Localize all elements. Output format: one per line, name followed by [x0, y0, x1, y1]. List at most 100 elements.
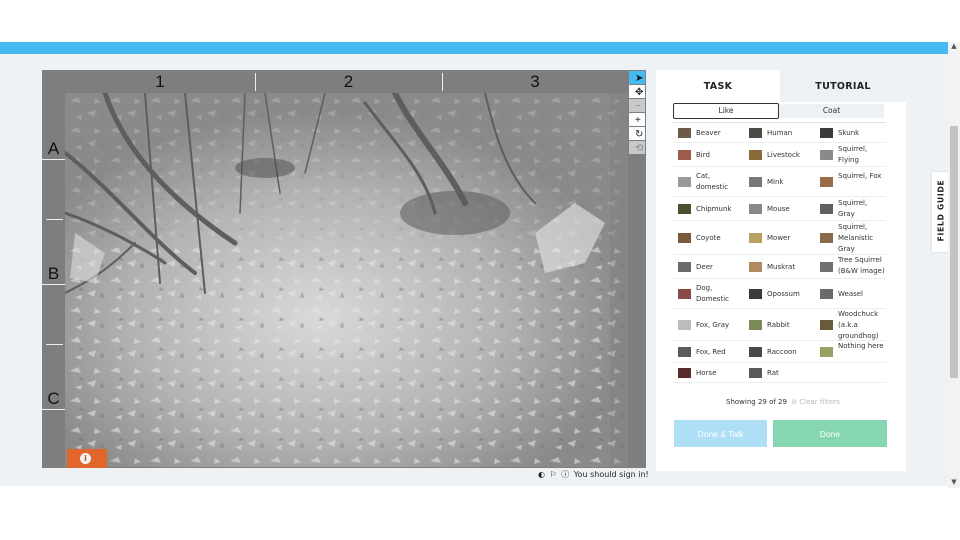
species-label: Human	[767, 129, 793, 137]
choice-row: Cat, domestic Mink Squirrel, Fox	[673, 167, 886, 197]
species-thumbnail	[820, 347, 833, 357]
species-choice[interactable]: Coyote	[673, 221, 744, 254]
species-thumbnail	[749, 150, 762, 160]
species-thumbnail	[678, 233, 691, 243]
species-choice[interactable]: Squirrel, Flying	[815, 143, 886, 166]
species-choice[interactable]: Nothing here	[815, 341, 886, 362]
species-label: Weasel	[838, 290, 864, 298]
species-label: Deer	[696, 263, 713, 271]
tab-tutorial[interactable]: TUTORIAL	[780, 70, 906, 102]
move-tool[interactable]: ✥	[629, 85, 645, 98]
filter-like-button[interactable]: Like	[673, 103, 779, 119]
species-label: Mouse	[767, 205, 790, 213]
camera-trap-image[interactable]	[65, 93, 628, 467]
species-choice[interactable]: Rabbit	[744, 309, 815, 340]
species-choice-grid: Beaver Human Skunk Bird Livestock Squirrel, F…	[673, 123, 886, 395]
choice-row: Dog, Domestic Opossum Weasel	[673, 279, 886, 309]
species-label: Fox, Red	[696, 348, 726, 356]
species-label: Mink	[767, 178, 784, 186]
species-label: Squirrel, Melanistic Gray	[838, 223, 874, 253]
zoom-in-tool[interactable]: +	[629, 113, 645, 126]
species-thumbnail	[820, 289, 833, 299]
species-thumbnail	[749, 320, 762, 330]
filter-coat-button[interactable]: Coat	[779, 104, 884, 118]
species-choice[interactable]: Fox, Gray	[673, 309, 744, 340]
species-choice[interactable]: Dog, Domestic	[673, 279, 744, 308]
scroll-up-arrow-icon[interactable]: ▲	[948, 42, 960, 50]
metadata-badge[interactable]: i	[67, 449, 107, 468]
species-choice[interactable]: Horse	[673, 363, 744, 382]
grid-row-c: C	[42, 389, 65, 410]
species-choice[interactable]: Weasel	[815, 279, 886, 308]
species-choice[interactable]: Rat	[744, 363, 815, 382]
species-choice[interactable]: Cat, domestic	[673, 167, 744, 196]
species-choice[interactable]: Raccoon	[744, 341, 815, 362]
species-choice[interactable]: Woodchuck (a.k.a groundhog)	[815, 309, 886, 340]
species-label: Beaver	[696, 129, 721, 137]
grid-column-2: 2	[343, 72, 354, 91]
species-choice[interactable]: Muskrat	[744, 255, 815, 278]
clear-filters-button[interactable]: ⊘ Clear filters	[791, 398, 840, 406]
tab-task[interactable]: TASK	[656, 70, 780, 102]
species-choice[interactable]: Tree Squirrel (B&W image)	[815, 255, 886, 278]
field-guide-label: FIELD GUIDE	[936, 179, 946, 242]
info-icon: i	[80, 453, 91, 464]
rotate-tool[interactable]: ↻	[629, 127, 645, 140]
species-thumbnail	[749, 368, 762, 378]
species-choice[interactable]: Skunk	[815, 123, 886, 142]
species-label: Bird	[696, 151, 710, 159]
species-choice[interactable]: Mower	[744, 221, 815, 254]
species-label: Squirrel, Gray	[838, 199, 868, 218]
species-thumbnail	[678, 204, 691, 214]
flag-icon[interactable]: ⚐	[550, 470, 557, 479]
species-choice[interactable]: Chipmunk	[673, 197, 744, 220]
species-label: Coyote	[696, 234, 721, 242]
panel-tabs: TASK TUTORIAL	[656, 70, 906, 102]
species-choice[interactable]: Deer	[673, 255, 744, 278]
filter-bar: Like Coat	[673, 103, 886, 119]
choice-row: Fox, Red Raccoon Nothing here	[673, 341, 886, 363]
choice-row: Fox, Gray Rabbit Woodchuck (a.k.a groundho…	[673, 309, 886, 341]
species-choice[interactable]: Squirrel, Fox	[815, 167, 886, 196]
species-thumbnail	[678, 128, 691, 138]
species-choice[interactable]: Mouse	[744, 197, 815, 220]
grid-column-3: 3	[530, 72, 540, 91]
camera-trap-scene	[65, 93, 628, 467]
species-label: Tree Squirrel (B&W image)	[838, 256, 885, 275]
species-thumbnail	[749, 262, 762, 272]
grid-column-labels: 1 2 3	[65, 71, 628, 93]
top-banner	[0, 42, 948, 54]
scrollbar-thumb[interactable]	[950, 126, 958, 378]
choice-row: Beaver Human Skunk	[673, 123, 886, 143]
scroll-down-arrow-icon[interactable]: ▼	[948, 478, 960, 486]
species-label: Woodchuck (a.k.a groundhog)	[838, 310, 879, 340]
zoom-out-tool[interactable]: −	[629, 99, 645, 112]
species-choice[interactable]: Opossum	[744, 279, 815, 308]
species-thumbnail	[678, 320, 691, 330]
species-thumbnail	[749, 347, 762, 357]
done-and-talk-button[interactable]: Done & Talk	[674, 420, 767, 447]
info-icon[interactable]: ⓘ	[561, 470, 569, 479]
choice-row: Coyote Mower Squirrel, Melanistic Gray	[673, 221, 886, 255]
reset-tool[interactable]: ⟲	[629, 141, 645, 154]
species-choice[interactable]: Human	[744, 123, 815, 142]
species-label: Cat, domestic	[696, 172, 729, 191]
species-choice[interactable]: Mink	[744, 167, 815, 196]
species-label: Rabbit	[767, 321, 790, 329]
species-choice[interactable]: Squirrel, Melanistic Gray	[815, 221, 886, 254]
invert-icon[interactable]: ◐	[538, 470, 545, 479]
choice-row: Deer Muskrat Tree Squirrel (B&W image)	[673, 255, 886, 279]
species-choice[interactable]: Beaver	[673, 123, 744, 142]
species-choice[interactable]: Squirrel, Gray	[815, 197, 886, 220]
species-choice[interactable]: Fox, Red	[673, 341, 744, 362]
species-choice[interactable]: Bird	[673, 143, 744, 166]
species-label: Rat	[767, 369, 779, 377]
species-choice[interactable]: Livestock	[744, 143, 815, 166]
grid-row-divider	[46, 344, 63, 345]
pointer-tool[interactable]: ➤	[629, 71, 645, 84]
species-thumbnail	[678, 289, 691, 299]
species-label: Muskrat	[767, 263, 796, 271]
done-button[interactable]: Done	[773, 420, 887, 447]
page-scrollbar[interactable]: ▲ ▼	[948, 42, 960, 488]
grid-row-a: A	[42, 139, 65, 160]
